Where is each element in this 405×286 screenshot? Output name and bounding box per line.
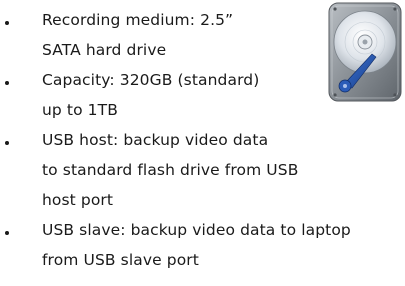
spec-item-4-line-2: from USB slave port: [42, 251, 199, 269]
hard-drive-icon: [328, 2, 402, 102]
spec-item-3-line-3: host port: [42, 191, 114, 209]
spec-item-3-line-2: to standard flash drive from USB: [42, 161, 299, 179]
spec-item-1-line-1: Recording medium: 2.5”: [42, 11, 234, 29]
bullet: [5, 141, 9, 145]
spec-item-2-line-1: Capacity: 320GB (standard): [42, 71, 260, 89]
bullet: [5, 231, 9, 235]
spec-item-1-line-2: SATA hard drive: [42, 41, 167, 59]
spec-item-2-line-2: up to 1TB: [42, 101, 118, 119]
spec-item-4-line-1: USB slave: backup video data to laptop: [42, 221, 351, 239]
bullet: [5, 81, 9, 85]
bullet: [5, 21, 9, 25]
spec-item-3-line-1: USB host: backup video data: [42, 131, 269, 149]
